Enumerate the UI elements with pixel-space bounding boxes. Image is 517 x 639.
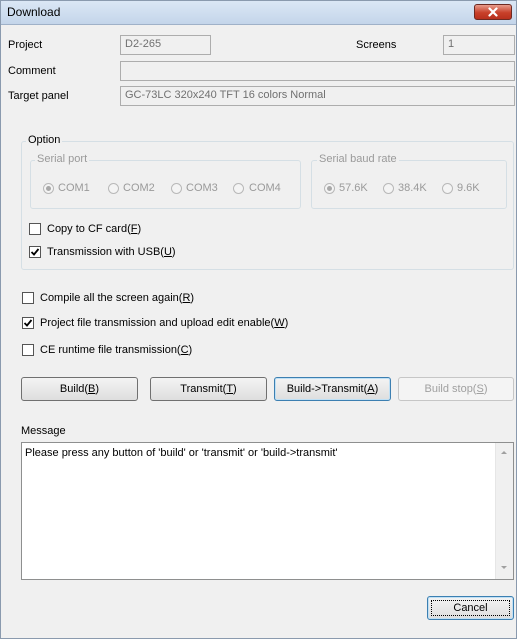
copy-cf-checkbox[interactable] (29, 223, 41, 235)
focus-rect (431, 600, 510, 616)
radio-com2[interactable] (108, 183, 119, 194)
copy-cf-label: Copy to CF card(F) (47, 223, 142, 235)
build-stop-button[interactable]: Build stop(S) (398, 377, 514, 401)
message-box[interactable]: Please press any button of 'build' or 't… (21, 442, 514, 580)
project-label: Project (8, 39, 43, 51)
compile-label: Compile all the screen again(R) (40, 292, 195, 304)
project-field[interactable]: D2-265 (120, 35, 211, 55)
ce-runtime-label: CE runtime file transmission(C) (40, 344, 193, 356)
message-scrollbar[interactable] (495, 443, 513, 579)
cancel-button[interactable]: Cancel (427, 596, 514, 620)
project-file-checkbox[interactable] (22, 317, 34, 329)
radio-com3-label: COM3 (186, 182, 218, 194)
serial-port-title: Serial port (35, 153, 90, 165)
screens-field[interactable]: 1 (443, 35, 515, 55)
transmit-button[interactable]: Transmit(T) (150, 377, 267, 401)
close-button[interactable] (474, 4, 512, 20)
message-text: Please press any button of 'build' or 't… (25, 447, 338, 459)
target-panel-label: Target panel (8, 90, 69, 102)
check-icon (23, 319, 33, 327)
window-title: Download (7, 5, 61, 19)
radio-57-6k-label: 57.6K (339, 182, 368, 194)
radio-com1-label: COM1 (58, 182, 90, 194)
baud-rate-title: Serial baud rate (317, 153, 399, 165)
radio-com3[interactable] (171, 183, 182, 194)
close-icon (488, 7, 498, 17)
radio-com4-label: COM4 (249, 182, 281, 194)
message-label: Message (21, 425, 66, 437)
option-group-title: Option (26, 134, 63, 146)
radio-9-6k-label: 9.6K (457, 182, 480, 194)
scroll-up-icon[interactable] (501, 451, 507, 454)
radio-38-4k[interactable] (383, 183, 394, 194)
project-file-label: Project file transmission and upload edi… (40, 317, 289, 329)
usb-checkbox[interactable] (29, 246, 41, 258)
ce-runtime-checkbox[interactable] (22, 344, 34, 356)
radio-com2-label: COM2 (123, 182, 155, 194)
radio-57-6k[interactable] (324, 183, 335, 194)
build-transmit-button[interactable]: Build->Transmit(A) (274, 377, 391, 401)
comment-label: Comment (8, 65, 56, 77)
build-button[interactable]: Build(B) (21, 377, 138, 401)
download-dialog: Download Project D2-265 Screens 1 Commen… (0, 0, 517, 639)
radio-9-6k[interactable] (442, 183, 453, 194)
usb-label: Transmission with USB(U) (47, 246, 176, 258)
radio-com4[interactable] (233, 183, 244, 194)
compile-checkbox[interactable] (22, 292, 34, 304)
screens-label: Screens (356, 39, 397, 51)
radio-com1[interactable] (43, 183, 54, 194)
title-bar[interactable]: Download (1, 1, 516, 25)
target-panel-field[interactable]: GC-73LC 320x240 TFT 16 colors Normal (120, 86, 515, 106)
comment-field[interactable] (120, 61, 515, 81)
radio-38-4k-label: 38.4K (398, 182, 427, 194)
check-icon (30, 248, 40, 256)
scroll-down-icon[interactable] (501, 566, 507, 569)
